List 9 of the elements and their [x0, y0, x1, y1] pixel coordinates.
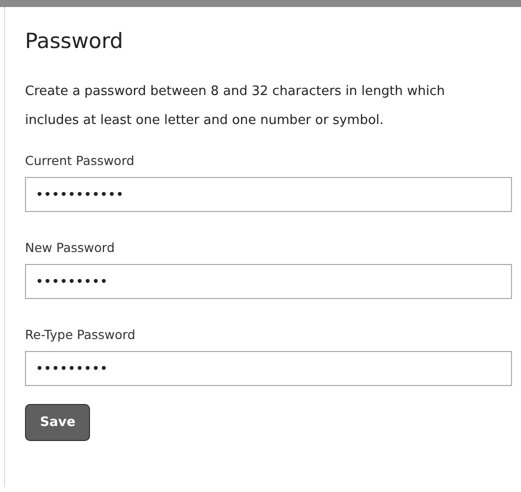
description-text: Create a password between 8 and 32 characters in length which includes at least one letter and one number or symbol.: [25, 83, 446, 130]
page-title: Password: [25, 29, 124, 53]
password-field[interactable]: •••••••••••: [25, 177, 512, 212]
password-field[interactable]: •••••••••: [25, 264, 512, 299]
field-label: Re-Type Password: [25, 327, 136, 342]
save-button[interactable]: Save: [25, 404, 90, 441]
field-label: Current Password: [25, 153, 136, 168]
password-field[interactable]: •••••••••: [25, 351, 512, 386]
field-label: New Password: [25, 240, 116, 255]
